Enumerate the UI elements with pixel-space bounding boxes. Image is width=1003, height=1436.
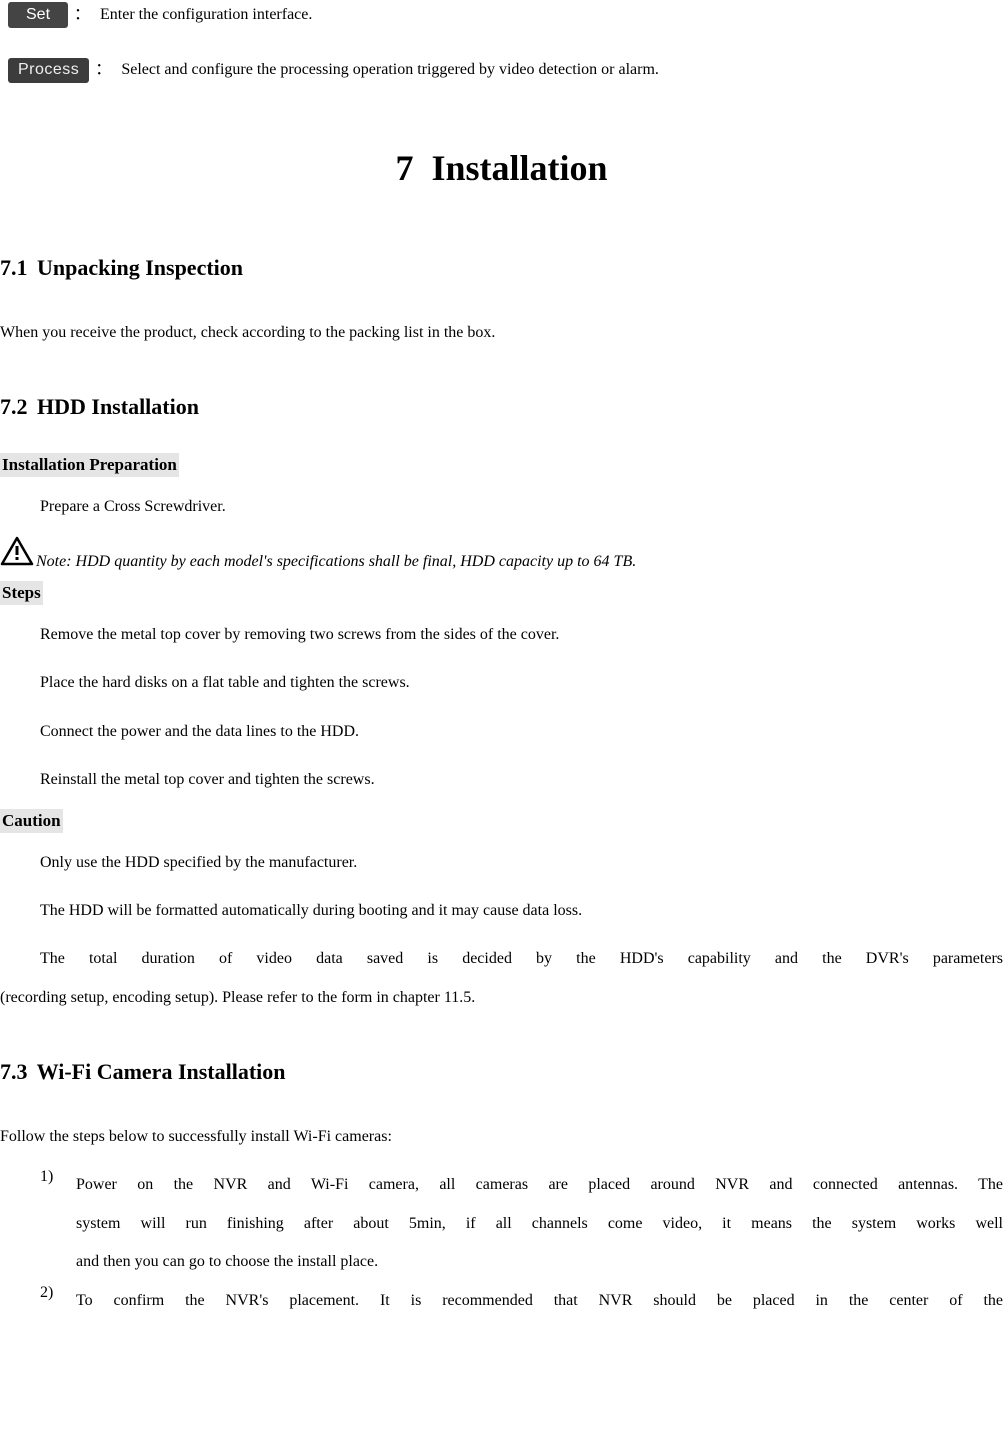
section-number: 7.2 [0, 394, 28, 419]
installation-preparation-heading: Installation Preparation [0, 453, 179, 477]
set-description: Enter the configuration interface. [100, 6, 312, 23]
chapter-number: 7 [395, 148, 413, 188]
section-title: Unpacking Inspection [37, 255, 243, 280]
step-4: Reinstall the metal top cover and tighte… [0, 761, 1003, 799]
set-row: Set ： Enter the configuration interface. [8, 2, 1003, 28]
section-7-1-body: When you receive the product, check acco… [0, 314, 1003, 352]
colon: ： [74, 6, 90, 23]
step-1-line-1: Power on the NVR and Wi-Fi camera, all c… [76, 1166, 1003, 1204]
note-row: Note: HDD quantity by each model's speci… [0, 536, 1003, 573]
wifi-step-1: 1) Power on the NVR and Wi-Fi camera, al… [0, 1166, 1003, 1281]
caution-heading: Caution [0, 809, 63, 833]
section-title: Wi-Fi Camera Installation [37, 1059, 286, 1084]
chapter-title: 7 Installation [0, 143, 1003, 193]
list-number: 1) [40, 1166, 76, 1281]
caution-3b: (recording setup, encoding setup). Pleas… [0, 979, 1003, 1017]
caution-1: Only use the HDD specified by the manufa… [0, 844, 1003, 882]
set-button[interactable]: Set [8, 2, 68, 28]
chapter-name: Installation [431, 148, 607, 188]
process-description: Select and configure the processing oper… [121, 61, 659, 78]
preparation-body: Prepare a Cross Screwdriver. [0, 488, 1003, 526]
process-button[interactable]: Process [8, 58, 89, 82]
section-7-1-heading: 7.1 Unpacking Inspection [0, 253, 1003, 284]
section-title: HDD Installation [37, 394, 199, 419]
caution-2: The HDD will be formatted automatically … [0, 892, 1003, 930]
colon: ： [95, 61, 111, 78]
section-7-3-heading: 7.3 Wi-Fi Camera Installation [0, 1057, 1003, 1088]
section-number: 7.1 [0, 255, 28, 280]
steps-heading: Steps [0, 581, 43, 605]
note-text: Note: HDD quantity by each model's speci… [36, 551, 636, 573]
step-1-line-3: and then you can go to choose the instal… [76, 1243, 1003, 1281]
warning-icon [0, 536, 34, 573]
caution-3a: The total duration of video data saved i… [0, 940, 1003, 978]
step-1-line-2: system will run finishing after about 5m… [76, 1205, 1003, 1243]
step-1: Remove the metal top cover by removing t… [0, 616, 1003, 654]
step-2-line-1: To confirm the NVR's placement. It is re… [76, 1282, 1003, 1320]
section-7-3-intro: Follow the steps below to successfully i… [0, 1118, 1003, 1156]
step-2: Place the hard disks on a flat table and… [0, 664, 1003, 702]
section-7-2-heading: 7.2 HDD Installation [0, 392, 1003, 423]
process-row: Process ： Select and configure the proce… [8, 58, 1003, 82]
section-number: 7.3 [0, 1059, 28, 1084]
step-3: Connect the power and the data lines to … [0, 713, 1003, 751]
wifi-step-2: 2) To confirm the NVR's placement. It is… [0, 1282, 1003, 1320]
list-number: 2) [40, 1282, 76, 1320]
